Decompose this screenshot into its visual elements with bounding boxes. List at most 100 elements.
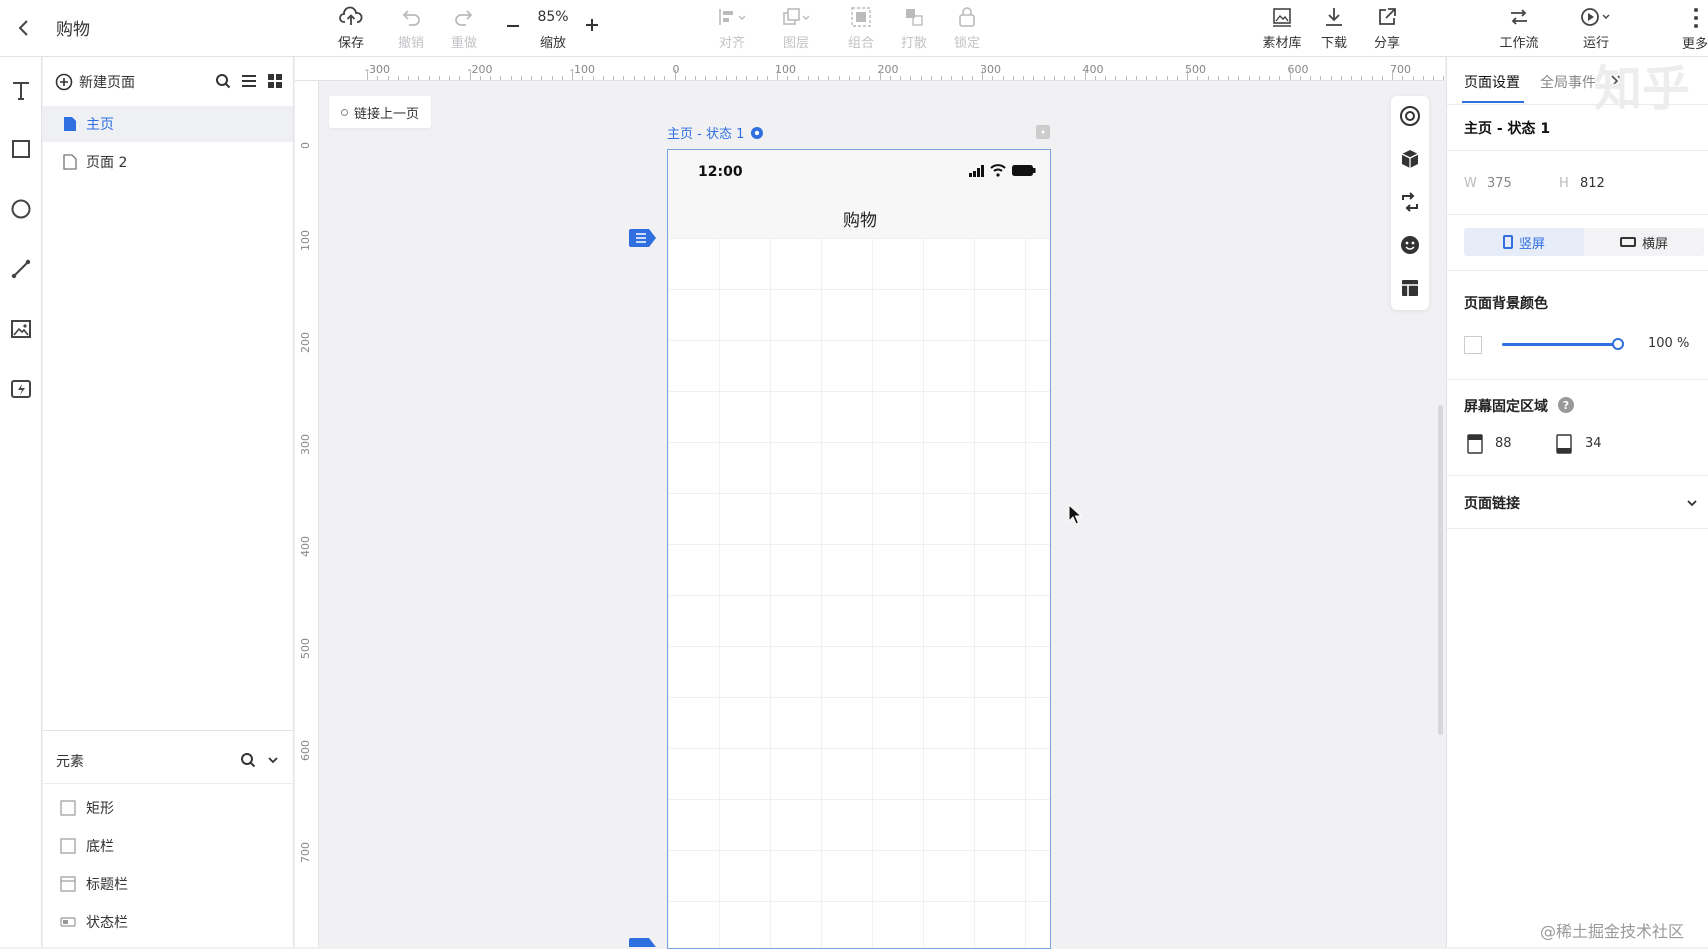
help-icon[interactable]: ? xyxy=(1558,397,1574,413)
search-icon[interactable] xyxy=(240,752,256,768)
divider xyxy=(1447,270,1708,271)
rectangle-tool-icon[interactable] xyxy=(6,134,36,164)
group-button[interactable]: 组合 xyxy=(833,3,889,53)
grid-view-icon[interactable] xyxy=(267,73,283,89)
download-icon xyxy=(1323,3,1345,30)
share-button[interactable]: 分享 xyxy=(1359,3,1415,53)
line-tool-icon[interactable] xyxy=(6,254,36,284)
component-tool-icon[interactable] xyxy=(6,374,36,404)
undo-button[interactable]: 撤销 xyxy=(383,3,439,53)
landscape-button[interactable]: 横屏 xyxy=(1584,228,1704,256)
ruler-tick xyxy=(561,76,563,80)
circle-tool-icon[interactable] xyxy=(6,194,36,224)
chevron-down-icon xyxy=(1685,496,1699,510)
phone-frame[interactable]: 12:00 购物 xyxy=(667,149,1051,949)
assets-button[interactable]: 素材库 xyxy=(1254,3,1310,53)
switch-arrows-icon[interactable] xyxy=(1398,190,1422,214)
fixed-top-value[interactable]: 88 xyxy=(1495,436,1512,451)
ruler-tick-label: 100 xyxy=(775,63,796,76)
page-icon xyxy=(63,116,77,132)
run-button[interactable]: 运行 xyxy=(1568,3,1624,53)
ruler-tick xyxy=(756,76,758,80)
cube-icon[interactable] xyxy=(1398,147,1422,171)
page-item-page2[interactable]: 页面 2 xyxy=(43,144,293,180)
layer-button[interactable]: 图层 xyxy=(768,3,824,53)
download-button[interactable]: 下载 xyxy=(1306,3,1362,53)
ruler-tick xyxy=(1371,76,1373,80)
ruler-tick xyxy=(736,76,737,80)
status-time: 12:00 xyxy=(698,164,743,180)
opacity-slider-track[interactable] xyxy=(1502,343,1619,346)
ungroup-button[interactable]: 打散 xyxy=(886,3,942,53)
properties-panel: 页面设置 全局事件 知乎 主页 - 状态 1 W 375 H 812 竖屏 横屏… xyxy=(1446,57,1708,947)
list-view-icon[interactable] xyxy=(241,73,257,89)
elements-title: 元素 xyxy=(56,754,84,770)
width-value[interactable]: 375 xyxy=(1487,176,1512,191)
ruler-tick xyxy=(1125,76,1127,80)
fixed-area-marker-bottom[interactable] xyxy=(629,938,657,947)
ruler-tick xyxy=(777,70,778,80)
link-dot-icon xyxy=(341,108,348,116)
align-button[interactable]: 对齐 xyxy=(704,3,760,53)
ruler-tick xyxy=(1340,76,1342,80)
zoom-control[interactable]: 85% 缩放 xyxy=(525,3,581,53)
layer-icon xyxy=(781,3,811,30)
element-item-statusbar[interactable]: 状态栏 xyxy=(43,904,293,940)
ruler-tick-label: 400 xyxy=(1082,63,1104,76)
opacity-slider-handle[interactable] xyxy=(1612,338,1624,350)
text-tool-icon[interactable] xyxy=(6,75,36,105)
canvas-scrollbar[interactable] xyxy=(1438,405,1443,735)
workflow-button[interactable]: 工作流 xyxy=(1491,3,1547,53)
ruler-tick xyxy=(643,76,645,80)
divider xyxy=(1447,150,1708,151)
element-item-rectangle[interactable]: 矩形 xyxy=(43,790,293,826)
settings-icon[interactable] xyxy=(750,126,764,140)
portrait-button[interactable]: 竖屏 xyxy=(1464,228,1584,256)
fixed-area-marker-top[interactable] xyxy=(629,229,657,247)
divider xyxy=(43,783,293,784)
chevron-down-icon[interactable] xyxy=(266,753,280,767)
tab-global-events[interactable]: 全局事件 xyxy=(1540,72,1596,92)
chevron-left-icon[interactable] xyxy=(12,16,36,40)
lock-button[interactable]: 锁定 xyxy=(939,3,995,53)
signal-icon xyxy=(968,165,986,177)
new-page-button[interactable]: 新建页面 xyxy=(55,72,135,92)
save-button[interactable]: 保存 xyxy=(323,3,379,53)
emoji-icon[interactable] xyxy=(1398,233,1422,257)
table-layout-icon[interactable] xyxy=(1398,276,1422,300)
ruler-tick xyxy=(1217,76,1219,80)
zoom-in-button[interactable] xyxy=(582,15,602,35)
ruler-tick xyxy=(387,76,389,80)
pages-panel: 新建页面 主页 页面 2 xyxy=(43,57,294,730)
zoom-out-button[interactable] xyxy=(503,16,523,36)
project-title: 购物 xyxy=(56,20,90,40)
frame-label[interactable]: 主页 - 状态 1 xyxy=(667,123,764,142)
height-value[interactable]: 812 xyxy=(1580,176,1605,191)
redo-icon xyxy=(453,3,475,30)
ruler-tick xyxy=(1064,76,1065,80)
redo-button[interactable]: 重做 xyxy=(436,3,492,53)
page-link-section[interactable]: 页面链接 xyxy=(1447,476,1708,528)
more-button[interactable]: 更多 xyxy=(1650,3,1708,53)
frame-action-icon[interactable] xyxy=(1036,125,1050,139)
image-tool-icon[interactable] xyxy=(6,314,36,344)
ruler-tick xyxy=(1002,76,1004,80)
opacity-value[interactable]: 100 % xyxy=(1648,336,1689,351)
ruler-tick xyxy=(1012,76,1014,80)
target-icon[interactable] xyxy=(1398,104,1422,128)
search-icon[interactable] xyxy=(215,73,231,89)
ruler-tick xyxy=(1074,76,1076,80)
element-item-bottombar[interactable]: 底栏 xyxy=(43,828,293,864)
link-previous-page-button[interactable]: 链接上一页 xyxy=(329,96,432,128)
page-link-label: 页面链接 xyxy=(1464,496,1520,512)
fixed-bottom-value[interactable]: 34 xyxy=(1585,436,1602,451)
new-page-label: 新建页面 xyxy=(79,75,135,91)
ruler-tick xyxy=(572,70,573,80)
tab-page-settings[interactable]: 页面设置 xyxy=(1464,72,1520,92)
page-item-home[interactable]: 主页 xyxy=(43,106,293,142)
ruler-tick-label: -100 xyxy=(570,63,595,76)
element-item-titlebar[interactable]: 标题栏 xyxy=(43,866,293,902)
bg-color-swatch[interactable] xyxy=(1464,336,1482,354)
ruler-tick xyxy=(623,76,625,80)
ruler-tick xyxy=(818,76,819,80)
